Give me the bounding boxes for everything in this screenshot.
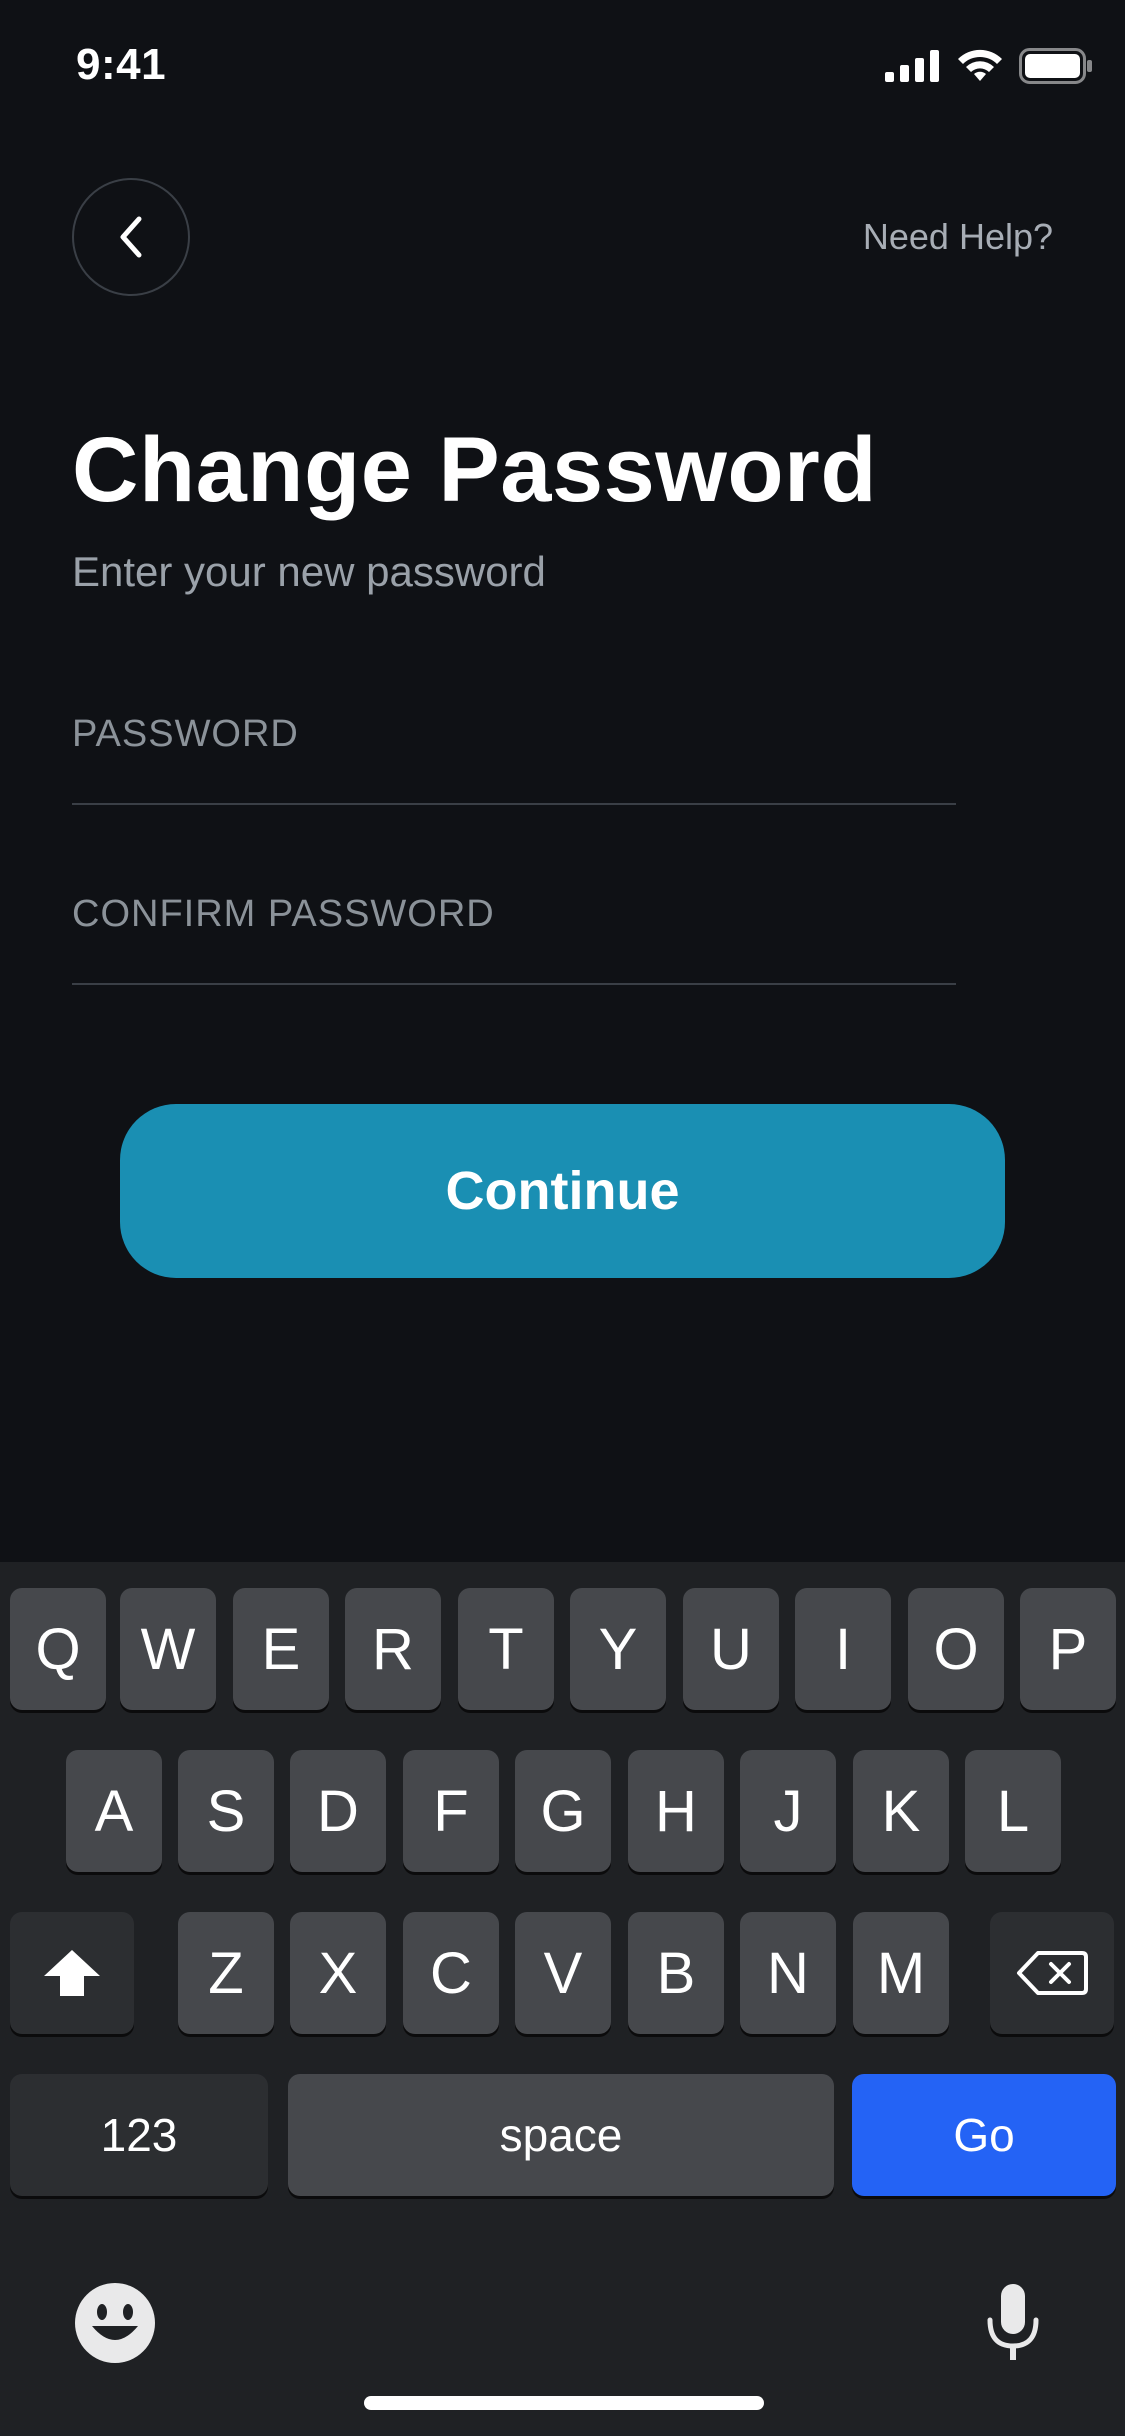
emoji-button[interactable]: [74, 2282, 156, 2364]
shift-icon: [44, 1950, 100, 1996]
key-x[interactable]: X: [290, 1912, 386, 2034]
key-u[interactable]: U: [683, 1588, 779, 1710]
key-t[interactable]: T: [458, 1588, 554, 1710]
key-b[interactable]: B: [628, 1912, 724, 2034]
key-a[interactable]: A: [66, 1750, 162, 1872]
key-s[interactable]: S: [178, 1750, 274, 1872]
page-subtitle: Enter your new password: [72, 548, 546, 595]
confirm-password-label: CONFIRM PASSWORD: [72, 893, 495, 935]
key-h[interactable]: H: [628, 1750, 724, 1872]
status-time: 9:41: [76, 40, 167, 89]
back-button[interactable]: [72, 178, 190, 296]
key-r[interactable]: R: [345, 1588, 441, 1710]
delete-key[interactable]: [990, 1912, 1114, 2034]
key-y[interactable]: Y: [570, 1588, 666, 1710]
shift-key[interactable]: [10, 1912, 134, 2034]
password-label: PASSWORD: [72, 713, 299, 755]
status-icons: [885, 48, 1093, 84]
key-c[interactable]: C: [403, 1912, 499, 2034]
key-g[interactable]: G: [515, 1750, 611, 1872]
key-e[interactable]: E: [233, 1588, 329, 1710]
space-key[interactable]: space: [288, 2074, 834, 2196]
key-l[interactable]: L: [965, 1750, 1061, 1872]
key-f[interactable]: F: [403, 1750, 499, 1872]
go-key[interactable]: Go: [852, 2074, 1116, 2196]
key-i[interactable]: I: [795, 1588, 891, 1710]
microphone-button[interactable]: [984, 2282, 1042, 2364]
key-o[interactable]: O: [908, 1588, 1004, 1710]
key-d[interactable]: D: [290, 1750, 386, 1872]
key-w[interactable]: W: [120, 1588, 216, 1710]
chevron-left-icon: [120, 216, 142, 258]
page-title: Change Password: [72, 419, 878, 521]
keyboard: Q W E R T Y U I O P A S D F G H J K L Z …: [0, 1562, 1125, 2436]
key-j[interactable]: J: [740, 1750, 836, 1872]
cellular-signal-icon: [885, 50, 939, 82]
numbers-key[interactable]: 123: [10, 2074, 268, 2196]
delete-icon: [1017, 1951, 1088, 1995]
battery-icon: [1019, 48, 1092, 84]
wifi-icon: [958, 49, 1002, 81]
microphone-icon: [987, 2284, 1039, 2360]
continue-button[interactable]: Continue: [120, 1104, 1005, 1278]
need-help-link[interactable]: Need Help?: [863, 216, 1053, 258]
password-field[interactable]: PASSWORD: [72, 713, 956, 805]
key-k[interactable]: K: [853, 1750, 949, 1872]
key-z[interactable]: Z: [178, 1912, 274, 2034]
emoji-icon: [75, 2283, 155, 2363]
confirm-password-field[interactable]: CONFIRM PASSWORD: [72, 893, 956, 985]
home-indicator: [364, 2396, 764, 2410]
key-v[interactable]: V: [515, 1912, 611, 2034]
key-q[interactable]: Q: [10, 1588, 106, 1710]
key-p[interactable]: P: [1020, 1588, 1116, 1710]
key-n[interactable]: N: [740, 1912, 836, 2034]
key-m[interactable]: M: [853, 1912, 949, 2034]
